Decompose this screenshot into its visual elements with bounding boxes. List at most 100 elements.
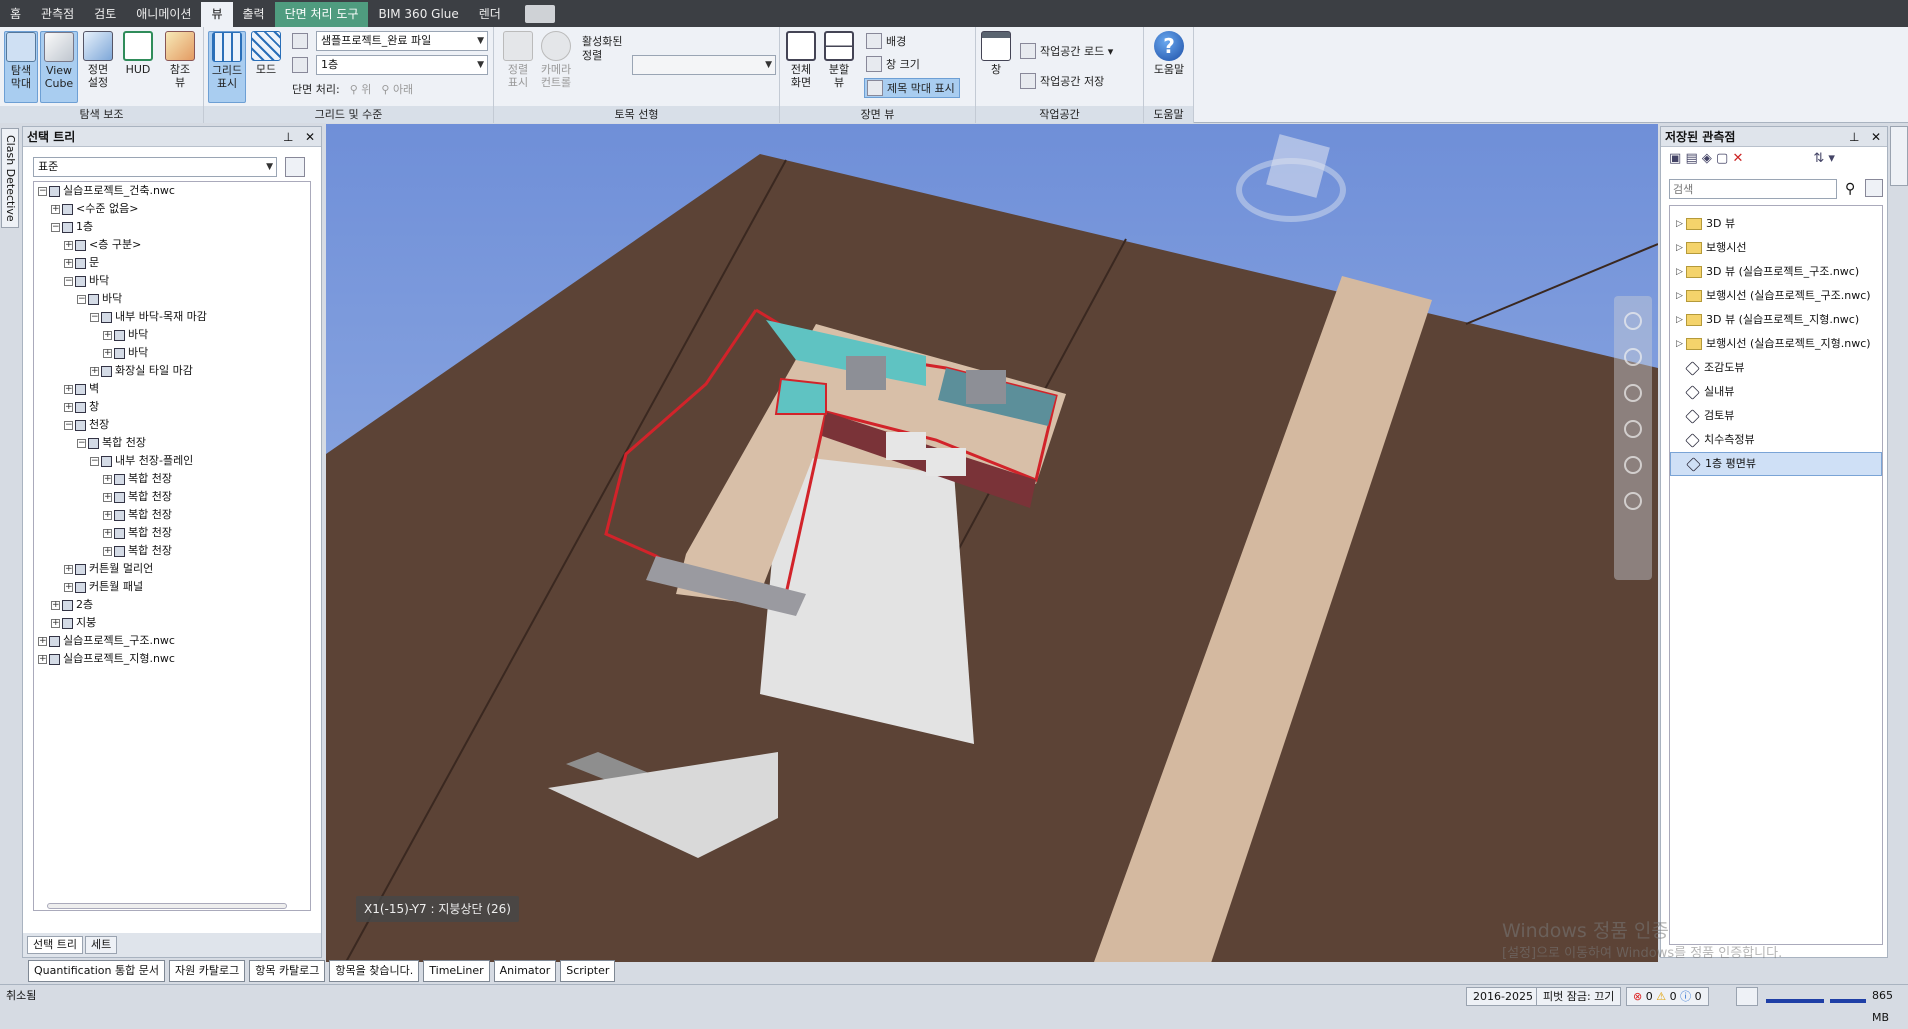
pivot-lock-indicator[interactable]: 피벗 잠금: 끄기 (1536, 987, 1622, 1006)
ribbon-tab[interactable]: 렌더 (469, 2, 511, 27)
orbit-icon[interactable] (1624, 420, 1642, 438)
sort-icon[interactable]: ⇅ (1813, 151, 1824, 166)
folder-add-icon[interactable]: ▤ (1685, 151, 1697, 166)
bottom-tab[interactable]: 항목 카탈로그 (249, 960, 326, 982)
expand-toggle-icon[interactable]: + (90, 366, 99, 376)
tree-node[interactable]: + 화장실 타일 마감 (34, 362, 310, 380)
expand-toggle-icon[interactable]: + (64, 258, 73, 268)
expand-toggle-icon[interactable]: − (77, 294, 86, 304)
expand-toggle-icon[interactable]: + (38, 654, 47, 664)
options-icon[interactable]: ▾ (1828, 151, 1835, 166)
steering-wheel-icon[interactable] (1624, 312, 1642, 330)
tree-node[interactable]: + 벽 (34, 380, 310, 398)
walk-icon[interactable] (1624, 456, 1642, 474)
comment-icon[interactable]: ▢ (1716, 151, 1728, 166)
tree-node[interactable]: + 복합 천장 (34, 524, 310, 542)
active-align-combo[interactable]: ▼ (632, 55, 776, 75)
viewpoint-item[interactable]: 검토뷰 (1670, 404, 1882, 428)
expand-toggle-icon[interactable]: + (103, 492, 112, 502)
chevron-right-icon[interactable]: ▷ (1676, 260, 1686, 284)
tree-node[interactable]: − 바닥 (34, 290, 310, 308)
horizontal-scrollbar[interactable] (47, 903, 287, 909)
camera-control-button[interactable]: 카메라 컨트롤 (536, 31, 576, 89)
save-viewpoint-icon[interactable]: ▣ (1669, 151, 1681, 166)
expand-toggle-icon[interactable]: − (77, 438, 86, 448)
tree-node[interactable]: +2층 (34, 596, 310, 614)
front-set-button[interactable]: 정면 설정 (80, 31, 116, 89)
viewpoint-item[interactable]: 조감도뷰 (1670, 356, 1882, 380)
ribbon-tab[interactable]: 출력 (233, 2, 275, 27)
tree-node[interactable]: + 복합 천장 (34, 542, 310, 560)
tree-node[interactable]: + 복합 천장 (34, 488, 310, 506)
tree-node[interactable]: − 천장 (34, 416, 310, 434)
bottom-tab[interactable]: 자원 카탈로그 (168, 960, 246, 982)
sheet-browser-icon[interactable] (1736, 987, 1758, 1006)
right-dock-strip[interactable] (1890, 126, 1908, 186)
expand-toggle-icon[interactable]: + (103, 528, 112, 538)
down-button[interactable]: ⚲ 아래 (381, 81, 413, 97)
clash-detective-tab[interactable]: Clash Detective (1, 128, 19, 228)
expand-toggle-icon[interactable]: + (103, 348, 112, 358)
tree-node[interactable]: + <수준 없음> (34, 200, 310, 218)
hud-button[interactable]: HUD (120, 31, 156, 76)
expand-toggle-icon[interactable]: + (103, 330, 112, 340)
tree-node[interactable]: + 실습프로젝트_구조.nwc (34, 632, 310, 650)
up-button[interactable]: ⚲ 위 (350, 81, 372, 97)
window-button[interactable]: 창 (980, 31, 1012, 76)
window-size-button[interactable]: 창 크기 (866, 56, 920, 72)
expand-toggle-icon[interactable]: + (64, 564, 73, 574)
expand-toggle-icon[interactable]: − (90, 312, 99, 322)
ribbon-tab[interactable]: 애니메이션 (126, 2, 201, 27)
viewpoint-folder[interactable]: ▷ 보행시선 (1670, 236, 1882, 260)
expand-toggle-icon[interactable]: + (103, 474, 112, 484)
expand-toggle-icon[interactable]: + (103, 510, 112, 520)
viewpoint-item[interactable]: 치수측정뷰 (1670, 428, 1882, 452)
chevron-right-icon[interactable]: ▷ (1676, 212, 1686, 236)
ribbon-tab[interactable]: 검토 (84, 2, 126, 27)
ribbon-tab[interactable]: 단면 처리 도구 (274, 2, 369, 27)
expand-toggle-icon[interactable]: + (51, 618, 60, 628)
expand-toggle-icon[interactable]: + (64, 582, 73, 592)
tree-node[interactable]: + 커튼월 멀리언 (34, 560, 310, 578)
expand-toggle-icon[interactable]: + (38, 636, 47, 646)
tree-node[interactable]: + 창 (34, 398, 310, 416)
copy-icon[interactable] (285, 157, 305, 177)
close-icon[interactable]: ✕ (305, 130, 315, 144)
search-input[interactable] (1669, 179, 1837, 199)
chevron-right-icon[interactable]: ▷ (1676, 236, 1686, 260)
chevron-right-icon[interactable]: ▷ (1676, 284, 1686, 308)
nav-bar-button[interactable]: 탐색 막대 (4, 31, 38, 103)
tree-node[interactable]: + 지붕 (34, 614, 310, 632)
expand-toggle-icon[interactable]: + (64, 384, 73, 394)
tree-node[interactable]: + 복합 천장 (34, 470, 310, 488)
align-show-button[interactable]: 정렬 표시 (502, 31, 534, 89)
viewpoint-item[interactable]: 1층 평면뷰 (1670, 452, 1882, 476)
tree-node[interactable]: − 실습프로젝트_건축.nwc (34, 182, 310, 200)
bottom-tab[interactable]: Animator (493, 960, 557, 982)
help-button[interactable]: ? 도움말 (1148, 31, 1190, 76)
delete-icon[interactable]: ✕ (1732, 151, 1743, 166)
search-icon[interactable]: ⚲ (1845, 181, 1855, 197)
tree-node[interactable]: − 내부 바닥-목재 마감 (34, 308, 310, 326)
viewpoint-folder[interactable]: ▷ 3D 뷰 (1670, 212, 1882, 236)
tree-node[interactable]: − 복합 천장 (34, 434, 310, 452)
viewpoint-folder[interactable]: ▷ 3D 뷰 (실습프로젝트_구조.nwc) (1670, 260, 1882, 284)
panel-tab[interactable]: 세트 (84, 936, 118, 954)
close-icon[interactable]: ✕ (1871, 130, 1881, 144)
tree-node[interactable]: + 실습프로젝트_지형.nwc (34, 650, 310, 668)
tree-node[interactable]: + 복합 천장 (34, 506, 310, 524)
tree-node[interactable]: − 1층 (34, 218, 310, 236)
tree-node[interactable]: + 바닥 (34, 344, 310, 362)
chevron-right-icon[interactable]: ▷ (1676, 332, 1686, 356)
reference-view-button[interactable]: 참조 뷰 (162, 31, 198, 89)
bottom-tab[interactable]: Scripter (560, 960, 616, 982)
pin-icon[interactable]: ⊥ (1849, 130, 1859, 144)
animation-icon[interactable]: ◈ (1702, 151, 1712, 166)
zoom-icon[interactable] (1624, 384, 1642, 402)
copy-icon[interactable] (1865, 179, 1883, 197)
background-button[interactable]: 배경 (866, 33, 906, 49)
pan-icon[interactable] (1624, 348, 1642, 366)
viewpoint-folder[interactable]: ▷ 3D 뷰 (실습프로젝트_지형.nwc) (1670, 308, 1882, 332)
expand-toggle-icon[interactable]: − (64, 276, 73, 286)
ribbon-tab[interactable]: 홈 (0, 2, 31, 27)
